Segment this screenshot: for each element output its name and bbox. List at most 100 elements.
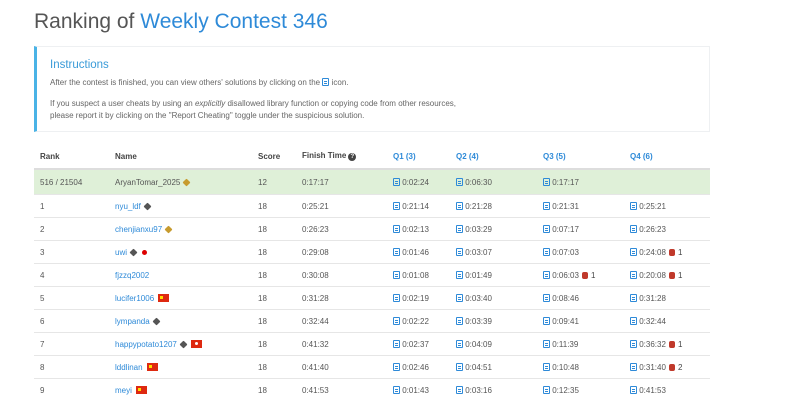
q4-cell[interactable]: 0:36:32 1: [624, 332, 710, 356]
username-link[interactable]: fjzzq2002: [115, 271, 149, 280]
solution-doc-icon[interactable]: [630, 224, 637, 233]
solution-doc-icon[interactable]: [630, 247, 637, 256]
question-icon[interactable]: ?: [348, 153, 357, 161]
username-link[interactable]: uwi: [115, 248, 127, 257]
solution-doc-icon[interactable]: [630, 385, 637, 394]
my-q2-cell[interactable]: 0:06:30: [450, 168, 537, 195]
q2-cell[interactable]: 0:03:40: [450, 286, 537, 310]
solution-doc-icon[interactable]: [393, 247, 400, 256]
q4-cell[interactable]: 0:25:21: [624, 194, 710, 218]
header-q2[interactable]: Q2 (4): [450, 144, 537, 170]
solution-doc-icon[interactable]: [456, 385, 463, 394]
username-link[interactable]: lddlinan: [115, 363, 143, 372]
username-link[interactable]: lucifer1006: [115, 294, 154, 303]
solution-doc-icon[interactable]: [456, 362, 463, 371]
solution-doc-icon[interactable]: [630, 293, 637, 302]
q1-cell[interactable]: 0:02:19: [387, 286, 450, 310]
solution-doc-icon[interactable]: [393, 224, 400, 233]
solution-doc-icon[interactable]: [543, 247, 550, 256]
q3-cell[interactable]: 0:08:46: [537, 286, 624, 310]
q3-cell[interactable]: 0:21:31: [537, 194, 624, 218]
table-header-row: Rank Name Score Finish Time? Q1 (3) Q2 (…: [34, 144, 710, 170]
solution-doc-icon[interactable]: [456, 316, 463, 325]
solution-doc-icon[interactable]: [393, 201, 400, 210]
solution-doc-icon[interactable]: [630, 339, 637, 348]
q4-cell[interactable]: 0:31:28: [624, 286, 710, 310]
solution-doc-icon[interactable]: [456, 293, 463, 302]
q2-cell[interactable]: 0:03:39: [450, 309, 537, 333]
header-score: Score: [252, 144, 296, 170]
q4-cell[interactable]: 0:24:08 1: [624, 240, 710, 264]
q3-cell[interactable]: 0:06:03 1: [537, 263, 624, 287]
q2-cell[interactable]: 0:03:29: [450, 217, 537, 241]
solution-doc-icon[interactable]: [456, 270, 463, 279]
name-cell: lympanda: [109, 309, 252, 333]
q1-cell[interactable]: 0:02:46: [387, 355, 450, 379]
solution-doc-icon[interactable]: [543, 270, 550, 279]
solution-doc-icon[interactable]: [543, 293, 550, 302]
page-title: Ranking of Weekly Contest 346: [34, 8, 328, 36]
solution-doc-icon[interactable]: [543, 362, 550, 371]
q1-cell[interactable]: 0:02:37: [387, 332, 450, 356]
solution-doc-icon[interactable]: [630, 201, 637, 210]
solution-doc-icon[interactable]: [393, 177, 400, 186]
q3-cell[interactable]: 0:07:03: [537, 240, 624, 264]
q3-cell[interactable]: 0:11:39: [537, 332, 624, 356]
solution-doc-icon[interactable]: [393, 293, 400, 302]
solution-doc-icon[interactable]: [393, 362, 400, 371]
solution-doc-icon[interactable]: [543, 177, 550, 186]
q2-cell[interactable]: 0:01:49: [450, 263, 537, 287]
q2-cell[interactable]: 0:21:28: [450, 194, 537, 218]
q3-cell[interactable]: 0:12:35: [537, 378, 624, 401]
solution-doc-icon[interactable]: [393, 339, 400, 348]
q1-cell[interactable]: 0:02:22: [387, 309, 450, 333]
q1-cell[interactable]: 0:21:14: [387, 194, 450, 218]
q1-cell[interactable]: 0:01:46: [387, 240, 450, 264]
solution-doc-icon[interactable]: [543, 224, 550, 233]
q3-cell[interactable]: 0:07:17: [537, 217, 624, 241]
q1-time: 0:01:43: [402, 385, 429, 395]
q3-time: 0:12:35: [552, 385, 579, 395]
solution-doc-icon[interactable]: [543, 385, 550, 394]
q4-cell[interactable]: 0:41:53: [624, 378, 710, 401]
solution-doc-icon[interactable]: [543, 316, 550, 325]
q1-cell[interactable]: 0:01:08: [387, 263, 450, 287]
q1-time: 0:01:46: [402, 247, 429, 257]
solution-doc-icon[interactable]: [456, 177, 463, 186]
solution-doc-icon[interactable]: [630, 316, 637, 325]
header-q4[interactable]: Q4 (6): [624, 144, 710, 170]
q1-cell[interactable]: 0:02:13: [387, 217, 450, 241]
q2-cell[interactable]: 0:03:07: [450, 240, 537, 264]
q4-cell[interactable]: 0:31:40 2: [624, 355, 710, 379]
username-link[interactable]: lympanda: [115, 317, 150, 326]
header-q1[interactable]: Q1 (3): [387, 144, 450, 170]
solution-doc-icon[interactable]: [456, 339, 463, 348]
solution-doc-icon[interactable]: [393, 385, 400, 394]
username-link[interactable]: chenjianxu97: [115, 225, 162, 234]
username-link[interactable]: nyu_ldf: [115, 202, 141, 211]
username-link[interactable]: happypotato1207: [115, 340, 177, 349]
username-link[interactable]: meyi: [115, 386, 132, 395]
solution-doc-icon[interactable]: [393, 316, 400, 325]
q4-cell[interactable]: 0:26:23: [624, 217, 710, 241]
solution-doc-icon[interactable]: [456, 224, 463, 233]
solution-doc-icon[interactable]: [543, 201, 550, 210]
solution-doc-icon[interactable]: [630, 270, 637, 279]
solution-doc-icon[interactable]: [456, 201, 463, 210]
solution-doc-icon[interactable]: [630, 362, 637, 371]
my-q1-cell[interactable]: 0:02:24: [387, 168, 450, 195]
q3-cell[interactable]: 0:10:48: [537, 355, 624, 379]
q3-cell[interactable]: 0:09:41: [537, 309, 624, 333]
finish-time-cell: 0:30:08: [296, 263, 387, 287]
solution-doc-icon[interactable]: [543, 339, 550, 348]
q4-cell[interactable]: 0:32:44: [624, 309, 710, 333]
solution-doc-icon[interactable]: [393, 270, 400, 279]
header-q3[interactable]: Q3 (5): [537, 144, 624, 170]
q4-cell[interactable]: 0:20:08 1: [624, 263, 710, 287]
q2-cell[interactable]: 0:03:16: [450, 378, 537, 401]
q1-cell[interactable]: 0:01:43: [387, 378, 450, 401]
solution-doc-icon[interactable]: [456, 247, 463, 256]
my-q3-cell[interactable]: 0:17:17: [537, 168, 624, 195]
q2-cell[interactable]: 0:04:09: [450, 332, 537, 356]
q2-cell[interactable]: 0:04:51: [450, 355, 537, 379]
